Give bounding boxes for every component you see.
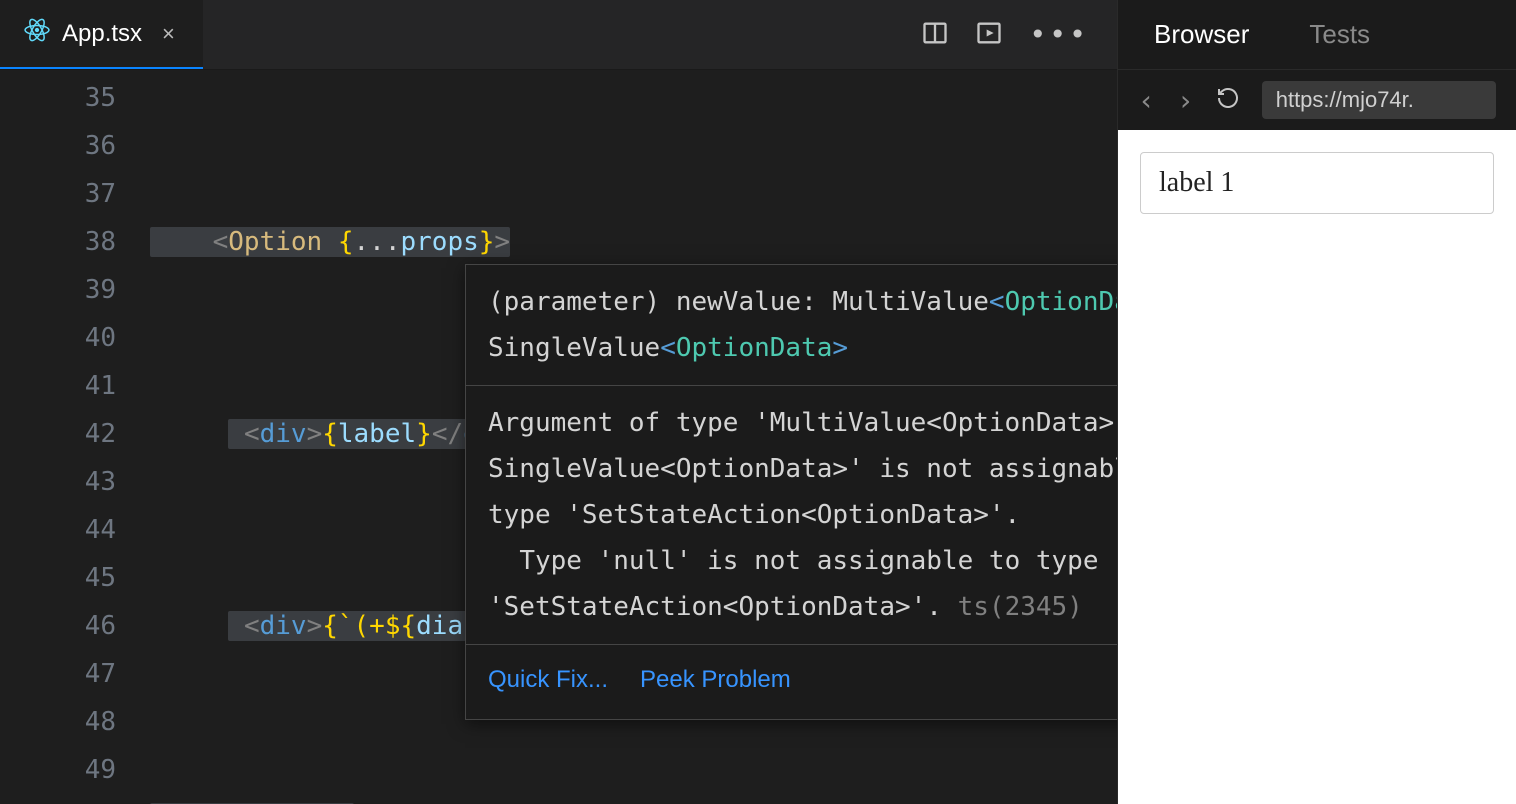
line-number: 45: [0, 554, 116, 602]
line-number: 43: [0, 458, 116, 506]
reload-icon[interactable]: [1216, 86, 1240, 114]
code-line[interactable]: <Option {...props}>: [150, 218, 1117, 266]
back-icon[interactable]: ‹: [1138, 84, 1155, 117]
line-number: 48: [0, 698, 116, 746]
line-number: 40: [0, 314, 116, 362]
line-number: 39: [0, 266, 116, 314]
right-tabs: Browser Tests: [1118, 0, 1516, 70]
peek-problem-link[interactable]: Peek Problem: [640, 657, 791, 703]
line-number: 44: [0, 506, 116, 554]
open-preview-icon[interactable]: [975, 19, 1003, 51]
tab-app-tsx[interactable]: App.tsx ×: [0, 0, 203, 69]
hover-signature: (parameter) newValue: MultiValue<OptionD…: [466, 265, 1117, 385]
tab-actions: •••: [893, 0, 1117, 69]
url-bar[interactable]: https://mjo74r.: [1262, 81, 1496, 119]
code-area[interactable]: 35 36 37 38 39 40 41 42 43 44 45 46 47 4…: [0, 70, 1117, 804]
line-number: 38: [0, 218, 116, 266]
line-number: 36: [0, 122, 116, 170]
forward-icon[interactable]: ›: [1177, 84, 1194, 117]
hover-popup: (parameter) newValue: MultiValue<OptionD…: [465, 264, 1117, 720]
hover-error-message: Argument of type 'MultiValue<OptionData>…: [466, 385, 1117, 644]
code-line[interactable]: </Option>: [150, 794, 1117, 804]
tab-browser[interactable]: Browser: [1154, 19, 1249, 50]
tab-tests[interactable]: Tests: [1309, 19, 1370, 50]
line-number: 35: [0, 74, 116, 122]
browser-content: label 1: [1118, 130, 1516, 804]
quick-fix-link[interactable]: Quick Fix...: [488, 657, 608, 703]
line-number: 41: [0, 362, 116, 410]
gutter: 35 36 37 38 39 40 41 42 43 44 45 46 47 4…: [0, 70, 150, 804]
line-number: 42: [0, 410, 116, 458]
browser-toolbar: ‹ › https://mjo74r.: [1118, 70, 1516, 130]
tab-bar: App.tsx × •••: [0, 0, 1117, 70]
tab-bar-spacer: [203, 0, 894, 69]
line-number: 49: [0, 746, 116, 794]
line-number: 47: [0, 650, 116, 698]
tab-filename: App.tsx: [62, 20, 142, 48]
line-number: 46: [0, 602, 116, 650]
line-number: 37: [0, 170, 116, 218]
close-icon[interactable]: ×: [154, 21, 183, 47]
split-editor-icon[interactable]: [921, 19, 949, 51]
right-pane: Browser Tests ‹ › https://mjo74r. label …: [1118, 0, 1516, 804]
editor-pane: App.tsx × ••• 35 36 37 38 39 40 41 42 43…: [0, 0, 1118, 804]
react-icon: [24, 17, 50, 50]
select-control[interactable]: label 1: [1140, 152, 1494, 214]
hover-actions: Quick Fix... Peek Problem: [466, 644, 1117, 719]
more-icon[interactable]: •••: [1029, 21, 1089, 49]
